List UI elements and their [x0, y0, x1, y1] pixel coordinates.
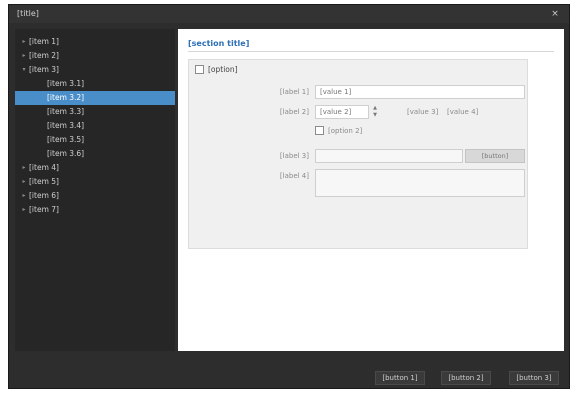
sidebar-item-label: [item 3.6] [47, 149, 85, 158]
expand-toggle-icon[interactable]: ▸ [19, 203, 29, 217]
sidebar-item[interactable]: [item 3.1] [15, 77, 175, 91]
close-icon[interactable]: × [549, 5, 561, 23]
sidebar-item[interactable]: [item 3.2] [15, 91, 175, 105]
sidebar-item-label: [item 3.4] [47, 121, 85, 130]
row1-field[interactable]: [value 1] [315, 85, 525, 99]
dialog-window: [title] × ▸ [item 1] ▸ [item 2] ▾ [item 3] [it… [8, 4, 570, 389]
row2-mid-text: [value 3] [407, 108, 439, 116]
sub-option: [option 2] [315, 126, 362, 135]
sidebar-item-label: [item 3.2] [47, 93, 85, 102]
row2-label: [label 2] [279, 108, 309, 116]
sidebar-item[interactable]: [item 3.6] [15, 147, 175, 161]
row3-field[interactable] [315, 149, 463, 163]
expand-toggle-icon[interactable]: ▸ [19, 49, 29, 63]
cancel-button[interactable]: [button 2] [441, 371, 491, 385]
apply-button[interactable]: [button 3] [509, 371, 559, 385]
expand-toggle-icon[interactable]: ▸ [19, 35, 29, 49]
sidebar-item-label: [item 3.3] [47, 107, 85, 116]
settings-tree: ▸ [item 1] ▸ [item 2] ▾ [item 3] [item 3.1] [it… [15, 29, 175, 351]
sidebar-item-label: [item 7] [29, 205, 59, 214]
sidebar-item-label: [item 3.5] [47, 135, 85, 144]
sidebar-item[interactable]: ▸ [item 7] [15, 203, 175, 217]
settings-group: [option] [label 1] [value 1] [label 2] [… [188, 59, 528, 249]
sidebar-item[interactable]: ▸ [item 1] [15, 35, 175, 49]
group-header: [option] [195, 65, 238, 74]
row1-label: [label 1] [279, 88, 309, 96]
expand-toggle-icon[interactable]: ▸ [19, 175, 29, 189]
settings-panel: [section title] [option] [label 1] [valu… [178, 29, 564, 351]
sub-option-label: [option 2] [328, 126, 363, 135]
ok-button[interactable]: [button 1] [375, 371, 425, 385]
row2-spinner[interactable]: ▲ ▼ [371, 105, 379, 119]
row3-button[interactable]: [button] [465, 149, 525, 163]
sidebar-item-label: [item 1] [29, 37, 59, 46]
row3-label: [label 3] [279, 152, 309, 160]
sidebar-item-label: [item 6] [29, 191, 59, 200]
sidebar-item[interactable]: ▸ [item 2] [15, 49, 175, 63]
row4-label: [label 4] [279, 172, 309, 180]
sidebar-item-label: [item 4] [29, 163, 59, 172]
title-bar: [title] × [9, 5, 569, 23]
sidebar-item-label: [item 5] [29, 177, 59, 186]
row4-field[interactable] [315, 169, 525, 197]
sidebar-item[interactable]: ▸ [item 6] [15, 189, 175, 203]
expand-toggle-icon[interactable]: ▸ [19, 189, 29, 203]
expand-toggle-icon[interactable]: ▸ [19, 161, 29, 175]
section-title: [section title] [188, 39, 250, 48]
sidebar-item[interactable]: [item 3.3] [15, 105, 175, 119]
enable-checkbox[interactable] [195, 65, 204, 74]
section-divider [188, 51, 554, 52]
sidebar-item[interactable]: ▾ [item 3] [15, 63, 175, 77]
sidebar-item[interactable]: ▸ [item 4] [15, 161, 175, 175]
expand-toggle-icon[interactable]: ▾ [19, 63, 29, 77]
sidebar-item[interactable]: [item 3.4] [15, 119, 175, 133]
enable-checkbox-label: [option] [208, 65, 238, 74]
sidebar-item[interactable]: ▸ [item 5] [15, 175, 175, 189]
sidebar-item-label: [item 3.1] [47, 79, 85, 88]
sidebar-item-label: [item 2] [29, 51, 59, 60]
sidebar-item-label: [item 3] [29, 65, 59, 74]
window-title: [title] [17, 9, 39, 18]
sub-option-checkbox[interactable] [315, 126, 324, 135]
row2-right-text: [value 4] [447, 108, 479, 116]
row2-field[interactable]: [value 2] [315, 105, 369, 119]
sidebar-item[interactable]: [item 3.5] [15, 133, 175, 147]
